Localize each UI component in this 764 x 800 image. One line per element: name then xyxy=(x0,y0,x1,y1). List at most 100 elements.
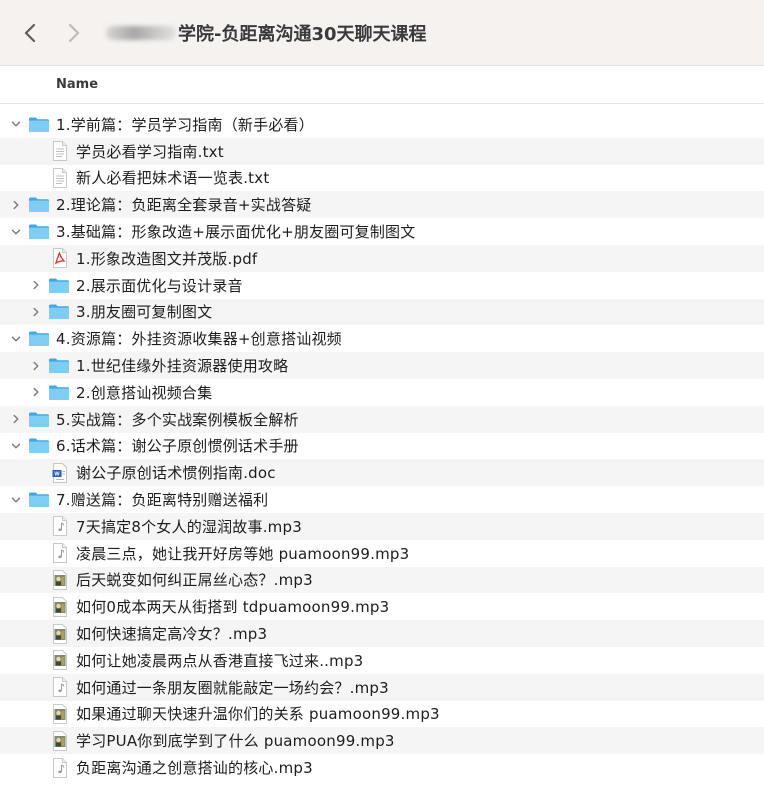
row-icon xyxy=(28,116,50,133)
file-row[interactable]: 学员必看学习指南.txt xyxy=(0,137,764,165)
row-icon: W xyxy=(52,462,68,483)
row-label: 如何0成本两天从街搭到 tdpuamoon99.mp3 xyxy=(76,598,390,617)
row-icon xyxy=(52,650,68,671)
file-row[interactable]: 如何通过一条朋友圈就能敲定一场约会？.mp3 xyxy=(0,673,764,701)
chevron-down-icon xyxy=(11,443,21,449)
chevron-down-icon xyxy=(11,121,21,127)
row-icon xyxy=(52,596,68,617)
row-icon xyxy=(52,623,68,644)
file-row[interactable]: 如何让她凌晨两点从香港直接飞过来..mp3 xyxy=(0,647,764,674)
redacted-text xyxy=(106,25,176,40)
chevron-right-icon xyxy=(13,200,19,209)
audio-file-artwork-icon xyxy=(53,650,67,671)
row-label: 如何快速搞定高冷女？.mp3 xyxy=(76,625,268,644)
file-row[interactable]: 凌晨三点，她让我开好房等她 puamoon99.mp3 xyxy=(0,540,764,567)
folder-row[interactable]: 2.理论篇：负距离全套录音+实战答疑 xyxy=(0,191,764,219)
folder-row[interactable]: 3.基础篇：形象改造+展示面优化+朋友圈可复制图文 xyxy=(0,218,764,245)
folder-icon xyxy=(29,438,49,454)
row-icon xyxy=(48,303,70,320)
row-label: 1.世纪佳缘外挂资源器使用攻略 xyxy=(76,357,289,376)
folder-row[interactable]: 1.世纪佳缘外挂资源器使用攻略 xyxy=(0,352,764,379)
chevron-right-icon xyxy=(33,361,39,370)
disclosure-triangle[interactable] xyxy=(30,386,42,398)
chevron-right-icon xyxy=(33,307,39,317)
folder-row[interactable]: 2.创意搭讪视频合集 xyxy=(0,379,764,406)
svg-text:W: W xyxy=(54,471,60,477)
folder-icon xyxy=(49,385,69,400)
disclosure-triangle[interactable] xyxy=(10,199,22,211)
file-row[interactable]: 7天搞定8个女人的湿润故事.mp3 xyxy=(0,512,764,540)
folder-icon xyxy=(49,304,69,320)
row-icon xyxy=(52,543,68,564)
row-label: 7.赠送篇：负距离特别赠送福利 xyxy=(56,491,269,510)
folder-row[interactable]: 5.实战篇：多个实战案例模板全解析 xyxy=(0,405,764,433)
row-label: 6.话术篇：谢公子原创惯例话术手册 xyxy=(56,437,299,456)
finder-window: 学院-负距离沟通30天聊天课程 Name 1.学前篇：学员学习指南（新手必看） … xyxy=(0,0,764,800)
file-row[interactable]: 后天蜕变如何纠正屌丝心态？.mp3 xyxy=(0,566,764,594)
disclosure-triangle[interactable] xyxy=(10,118,22,130)
window-title-text: 学院-负距离沟通30天聊天课程 xyxy=(178,23,427,45)
disclosure-triangle[interactable] xyxy=(30,306,42,318)
folder-icon xyxy=(29,412,49,427)
file-row[interactable]: 如何0成本两天从街搭到 tdpuamoon99.mp3 xyxy=(0,593,764,620)
file-row[interactable]: 学习PUA你到底学到了什么 puamoon99.mp3 xyxy=(0,727,764,755)
file-row[interactable]: 如果通过聊天快速升温你们的关系 puamoon99.mp3 xyxy=(0,701,764,728)
row-icon xyxy=(48,277,70,294)
row-icon xyxy=(52,248,68,269)
row-label: 学习PUA你到底学到了什么 puamoon99.mp3 xyxy=(76,732,395,751)
folder-row[interactable]: 2.展示面优化与设计录音 xyxy=(0,272,764,299)
file-row[interactable]: 负距离沟通之创意搭讪的核心.mp3 xyxy=(0,754,764,781)
row-label: 5.实战篇：多个实战案例模板全解析 xyxy=(56,410,299,429)
folder-row[interactable]: 4.资源篇：外挂资源收集器+创意搭讪视频 xyxy=(0,325,764,352)
file-row[interactable]: 新人必看把妹术语一览表.txt xyxy=(0,165,764,192)
file-row[interactable]: 如何快速搞定高冷女？.mp3 xyxy=(0,620,764,647)
folder-row[interactable]: 6.话术篇：谢公子原创惯例话术手册 xyxy=(0,433,764,460)
row-label: 后天蜕变如何纠正屌丝心态？.mp3 xyxy=(76,571,313,590)
disclosure-triangle[interactable] xyxy=(10,333,22,345)
row-label: 如何通过一条朋友圈就能敲定一场约会？.mp3 xyxy=(76,678,389,697)
row-icon xyxy=(52,703,68,724)
row-label: 2.展示面优化与设计录音 xyxy=(76,276,243,295)
row-icon xyxy=(28,330,50,347)
row-label: 如果通过聊天快速升温你们的关系 puamoon99.mp3 xyxy=(76,705,440,724)
row-label: 学员必看学习指南.txt xyxy=(76,142,224,161)
folder-icon xyxy=(29,117,49,132)
file-row[interactable]: 1.形象改造图文并茂版.pdf xyxy=(0,244,764,272)
disclosure-triangle[interactable] xyxy=(10,440,22,452)
text-file-icon xyxy=(53,167,67,188)
folder-row[interactable]: 3.朋友圈可复制图文 xyxy=(0,298,764,326)
chevron-left-icon xyxy=(24,23,36,42)
row-icon xyxy=(52,569,68,590)
row-label: 2.创意搭讪视频合集 xyxy=(76,383,213,402)
disclosure-triangle[interactable] xyxy=(30,279,42,291)
row-icon xyxy=(28,491,50,508)
back-button[interactable] xyxy=(8,13,52,53)
chevron-right-icon xyxy=(33,280,39,290)
forward-button[interactable] xyxy=(52,13,96,53)
disclosure-triangle[interactable] xyxy=(10,494,22,506)
chevron-down-icon xyxy=(11,336,21,342)
title-bar: 学院-负距离沟通30天聊天课程 xyxy=(0,0,764,66)
row-icon xyxy=(28,411,50,428)
file-row[interactable]: W 谢公子原创话术惯例指南.doc xyxy=(0,459,764,487)
row-icon xyxy=(52,730,68,751)
row-icon xyxy=(52,677,68,698)
row-label: 1.学前篇：学员学习指南（新手必看） xyxy=(56,115,314,134)
audio-file-artwork-icon xyxy=(53,730,67,751)
folder-row[interactable]: 7.赠送篇：负距离特别赠送福利 xyxy=(0,486,764,513)
row-label: 3.朋友圈可复制图文 xyxy=(76,303,213,322)
disclosure-triangle[interactable] xyxy=(10,413,22,425)
row-label: 新人必看把妹术语一览表.txt xyxy=(76,169,270,188)
row-label: 凌晨三点，她让我开好房等她 puamoon99.mp3 xyxy=(76,544,410,563)
column-header-name[interactable]: Name xyxy=(0,66,764,104)
disclosure-triangle[interactable] xyxy=(10,226,22,238)
audio-file-icon xyxy=(53,516,67,537)
window-title: 学院-负距离沟通30天聊天课程 xyxy=(106,20,427,46)
audio-file-artwork-icon xyxy=(53,623,67,644)
folder-row[interactable]: 1.学前篇：学员学习指南（新手必看） xyxy=(0,111,764,138)
column-header-label: Name xyxy=(56,77,99,92)
audio-file-artwork-icon xyxy=(53,703,67,724)
disclosure-triangle[interactable] xyxy=(30,360,42,372)
word-file-icon: W xyxy=(52,462,67,483)
row-icon xyxy=(52,167,68,188)
